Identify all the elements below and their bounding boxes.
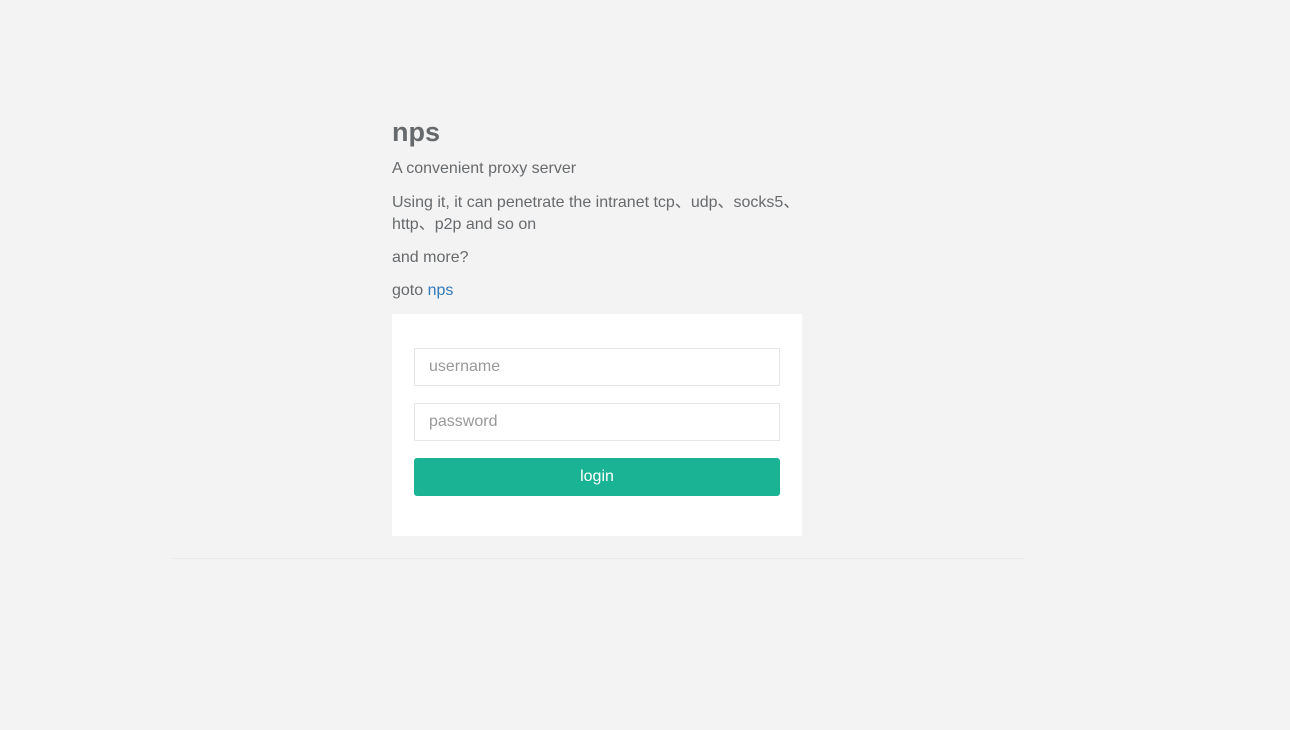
username-input[interactable] [414,348,780,386]
nps-link[interactable]: nps [428,282,454,299]
goto-prefix: goto [392,282,428,299]
login-panel: login [392,314,802,536]
description: Using it, it can penetrate the intranet … [392,194,800,233]
goto-line: goto nps [392,280,802,302]
login-button[interactable]: login [414,458,780,496]
password-input[interactable] [414,403,780,441]
intro-section: nps A convenient proxy server Using it, … [392,112,802,302]
footer-divider [173,558,1025,559]
subtitle: A convenient proxy server [392,160,577,177]
more-text: and more? [392,249,469,266]
page-title: nps [392,117,441,147]
